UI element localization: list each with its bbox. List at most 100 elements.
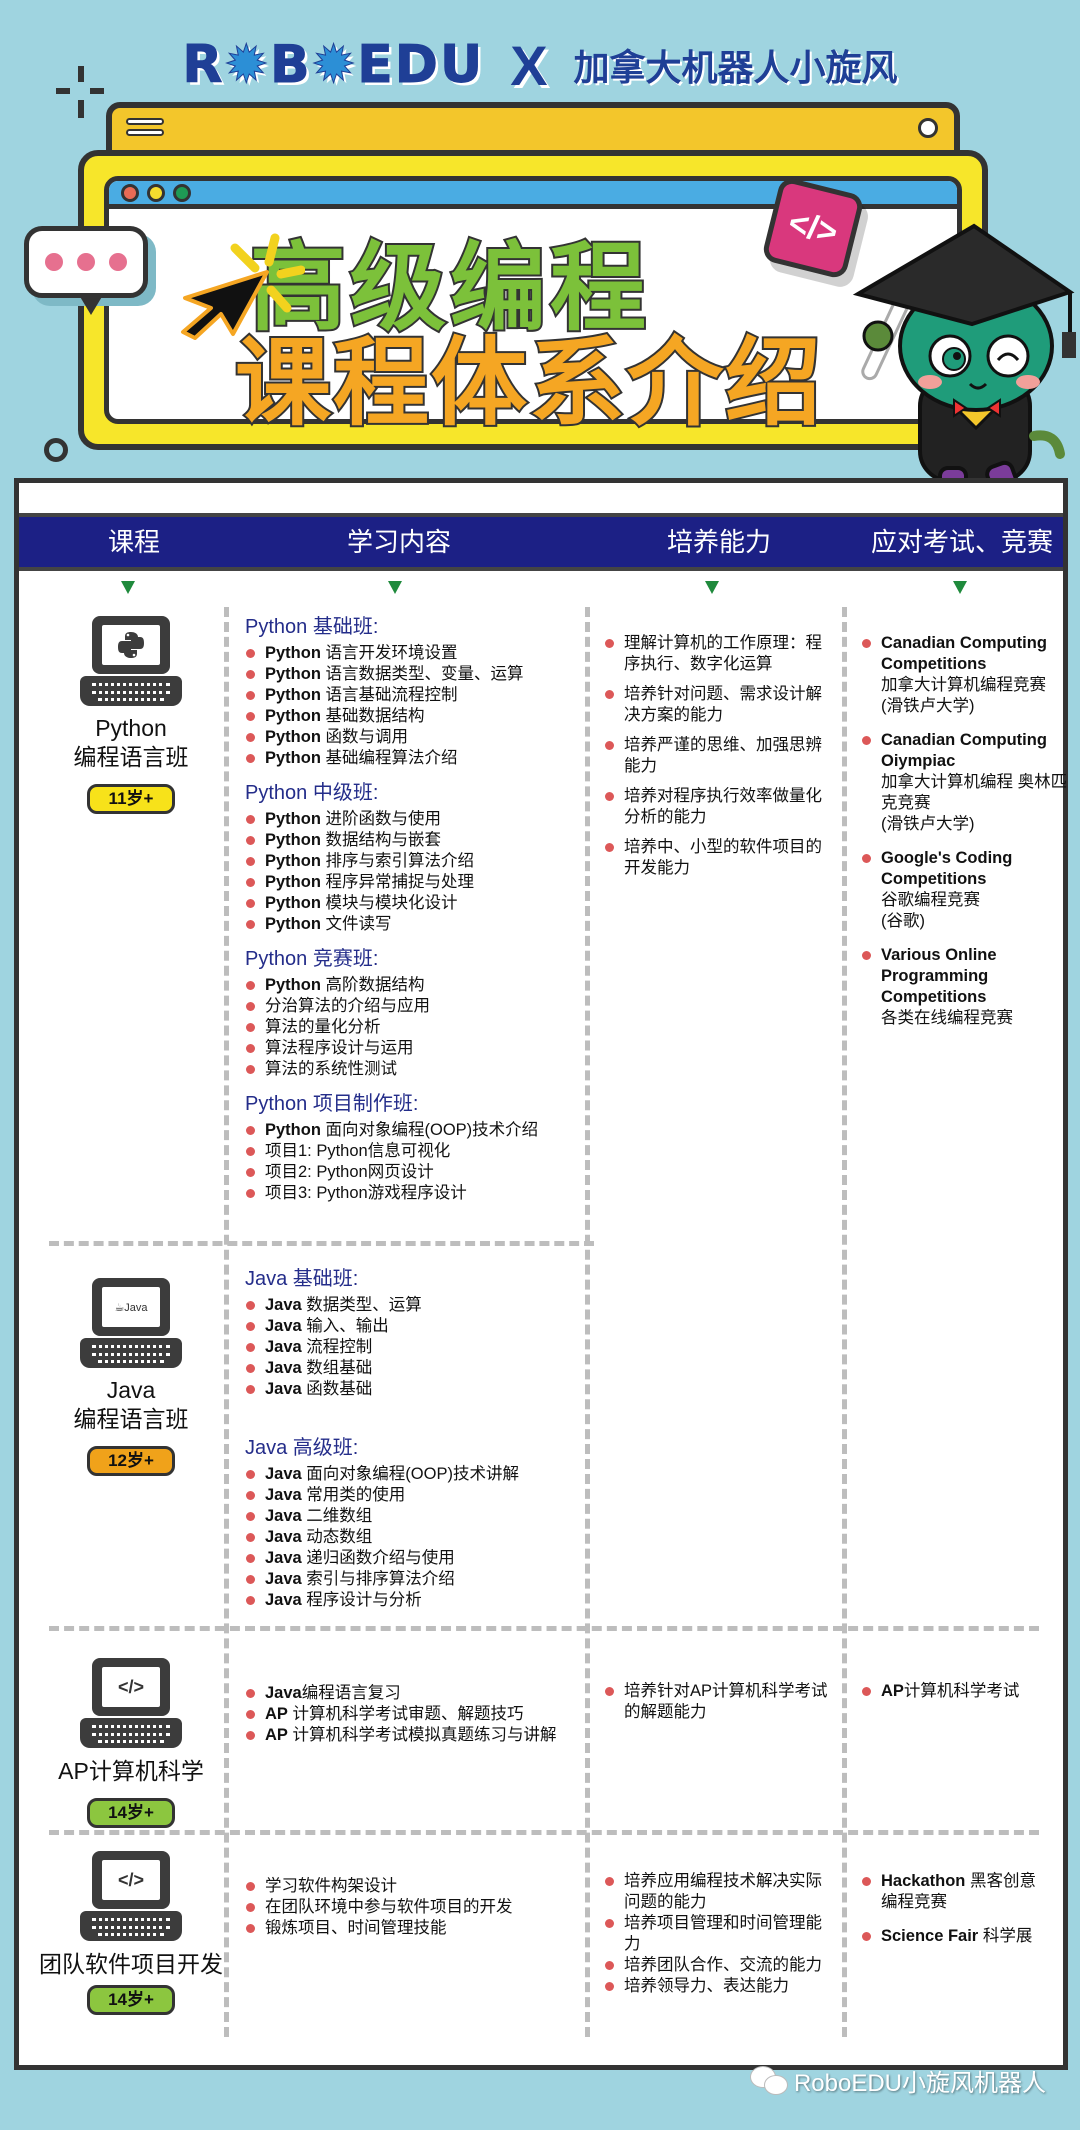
- content-section: Python 项目制作班: Python 面向对象编程(OOP)技术介绍 项目1: …: [245, 1090, 585, 1204]
- competition-organizer: (滑铁卢大学): [881, 815, 975, 833]
- content-section: Python 竞赛班: Python 高阶数据结构 分治算法的介绍与应用 算法的量化分…: [245, 945, 585, 1080]
- competition-name-cn: 谷歌编程竞赛: [881, 891, 980, 909]
- item-text: 锻炼项目、时间管理技能: [265, 1919, 447, 1937]
- section-heading: Python 项目制作班:: [245, 1093, 419, 1115]
- list-item: Python 面向对象编程(OOP)技术介绍: [245, 1120, 585, 1141]
- list-item: Java 递归函数介绍与使用: [245, 1548, 585, 1569]
- list-item: Python 函数与调用: [245, 727, 585, 748]
- course-name-cn: 团队软件项目开发: [39, 1951, 223, 1977]
- item-text: 程序异常捕捉与处理: [320, 873, 475, 891]
- item-text: 编程语言复习: [301, 1684, 401, 1702]
- row-divider: [49, 1830, 1039, 1835]
- ring-decoration-icon: [44, 438, 68, 462]
- list-item: Canadian Computing Competitions 加拿大计算机编程竞…: [861, 633, 1071, 717]
- item-keyword: Java: [265, 1296, 302, 1314]
- computer-icon: [78, 616, 184, 706]
- item-text: 语言基础流程控制: [320, 686, 458, 704]
- list-item: Java 输入、输出: [245, 1316, 585, 1337]
- item-keyword: Java: [265, 1570, 302, 1588]
- item-keyword: Python: [265, 707, 321, 725]
- list-item: Python 基础编程算法介绍: [245, 748, 585, 769]
- list-item: Python 进阶函数与使用: [245, 809, 585, 830]
- competition-name-en: Canadian Computing Oiympiac: [881, 731, 1047, 770]
- list-item: Java 程序设计与分析: [245, 1590, 585, 1611]
- list-item: 算法程序设计与运用: [245, 1038, 585, 1059]
- content-section: Python 中级班: Python 进阶函数与使用 Python 数据结构与嵌套 P…: [245, 779, 585, 935]
- column-header-abilities: 培养能力: [666, 527, 771, 557]
- course-python: Python 编程语言班 11岁+: [31, 616, 231, 814]
- content-section: Java 基础班: Java 数据类型、运算 Java 输入、输出 Java 流程控制…: [245, 1265, 585, 1400]
- list-item: Python 数据结构与嵌套: [245, 830, 585, 851]
- hamburger-icon: [126, 118, 164, 140]
- speech-bubble-icon: [24, 226, 148, 315]
- list-item: Python 排序与索引算法介绍: [245, 851, 585, 872]
- roboedu-logo: R✹B✹EDU: [182, 35, 485, 96]
- item-text: 学习软件构架设计: [265, 1877, 397, 1895]
- window-dot-red-icon: [121, 183, 139, 202]
- content-list: Java 面向对象编程(OOP)技术讲解 Java 常用类的使用 Java 二维数组…: [245, 1464, 585, 1611]
- wechat-watermark: RoboEDU小旋风机器人: [749, 2063, 1046, 2098]
- list-item: Science Fair 科学展: [861, 1926, 1051, 1947]
- item-text: 面向对象编程(OOP)技术介绍: [320, 1121, 539, 1139]
- list-item: Java 常用类的使用: [245, 1485, 585, 1506]
- abilities-python: 理解计算机的工作原理：程序执行、数字化运算 培养针对问题、需求设计解决方案的能力培…: [604, 633, 834, 888]
- column-header-content: 学习内容: [346, 527, 451, 557]
- list-item: Java 面向对象编程(OOP)技术讲解: [245, 1464, 585, 1485]
- list-item: Python 高阶数据结构: [245, 975, 585, 996]
- list-item: 培养应用编程技术解决实际问题的能力: [604, 1871, 834, 1913]
- item-keyword: Java: [265, 1338, 302, 1356]
- gear-icon: ✹: [311, 35, 358, 96]
- age-badge: 12岁+: [87, 1446, 175, 1476]
- item-text: 排序与索引算法介绍: [320, 852, 475, 870]
- list-item: Python 语言基础流程控制: [245, 685, 585, 706]
- list-item: Python 程序异常捕捉与处理: [245, 872, 585, 893]
- list-item: Various Online Programming Competitions 各…: [861, 945, 1071, 1029]
- course-name-cn: 编程语言班: [73, 744, 189, 770]
- gear-icon: ✹: [224, 35, 271, 96]
- watermark-text: RoboEDU小旋风机器人: [793, 2070, 1046, 2097]
- competition-name-en: Various Online Programming Competitions: [881, 946, 997, 1006]
- content-list: Java编程语言复习 AP 计算机科学考试审题、解题技巧 AP 计算机科学考试模拟真…: [245, 1683, 575, 1746]
- competitions-list: Canadian Computing Competitions 加拿大计算机编程竞…: [861, 633, 1071, 1029]
- competition-name-cn: 加拿大计算机编程 奥林匹克竞赛: [881, 773, 1068, 812]
- item-keyword: Java: [265, 1684, 302, 1702]
- competition-organizer: (谷歌): [881, 912, 925, 930]
- item-keyword: Java: [265, 1317, 302, 1335]
- item-keyword: AP: [265, 1726, 288, 1744]
- section-heading: Java 高级班:: [245, 1437, 359, 1459]
- column-header-course: 课程: [107, 527, 160, 557]
- course-name-cn: AP计算机科学: [58, 1758, 204, 1784]
- competitions-team-project: Hackathon 黑客创意编程竞赛 Science Fair 科学展: [861, 1871, 1051, 1960]
- course-name-en: Java: [106, 1377, 156, 1403]
- item-text: 在团队环境中参与软件项目的开发: [265, 1898, 513, 1916]
- competitions-list: AP计算机科学考试: [861, 1681, 1071, 1702]
- item-keyword: Java: [265, 1486, 302, 1504]
- list-item: Google's Coding Competitions 谷歌编程竞赛 (谷歌): [861, 848, 1071, 932]
- competition-name-en: Canadian Computing Competitions: [881, 634, 1047, 673]
- curriculum-table: 课程 学习内容 培养能力 应对考试、竞赛 Python 编程语言班 11岁+ P…: [14, 478, 1068, 2070]
- item-keyword: Python: [265, 728, 321, 746]
- item-keyword: Python: [265, 873, 321, 891]
- abilities-list: 培养应用编程技术解决实际问题的能力 培养项目管理和时间管理能力 培养团队合作、交流的…: [604, 1871, 834, 1997]
- cursor-arrow-icon: [181, 233, 305, 340]
- abilities-list: 培养针对AP计算机科学考试的解题能力: [604, 1681, 834, 1723]
- item-keyword: Java: [265, 1591, 302, 1609]
- list-item: AP 计算机科学考试模拟真题练习与讲解: [245, 1725, 575, 1746]
- item-text: 函数基础: [301, 1380, 373, 1398]
- item-text: 输入、输出: [301, 1317, 389, 1335]
- list-item: 培养针对问题、需求设计解决方案的能力: [604, 684, 834, 726]
- crosshair-icon: [56, 66, 108, 118]
- item-text: 计算机科学考试审题、解题技巧: [287, 1705, 524, 1723]
- arrow-down-icon: [953, 581, 967, 594]
- item-text: 模块与模块化设计: [320, 894, 458, 912]
- course-team-project: </> 团队软件项目开发 14岁+: [31, 1851, 231, 2015]
- item-text: 项目3: Python游戏程序设计: [265, 1184, 467, 1202]
- code-tag-icon: </>: [102, 1667, 160, 1707]
- content-section: Python 基础班: Python 语言开发环境设置 Python 语言数据类型、…: [245, 613, 585, 769]
- abilities-ap-cs: 培养针对AP计算机科学考试的解题能力: [604, 1681, 834, 1732]
- competition-name-en: Hackathon: [881, 1872, 966, 1890]
- column-divider: [842, 607, 847, 2037]
- item-text: 基础数据结构: [320, 707, 425, 725]
- list-item: 在团队环境中参与软件项目的开发: [245, 1897, 575, 1918]
- item-keyword: Python: [265, 831, 321, 849]
